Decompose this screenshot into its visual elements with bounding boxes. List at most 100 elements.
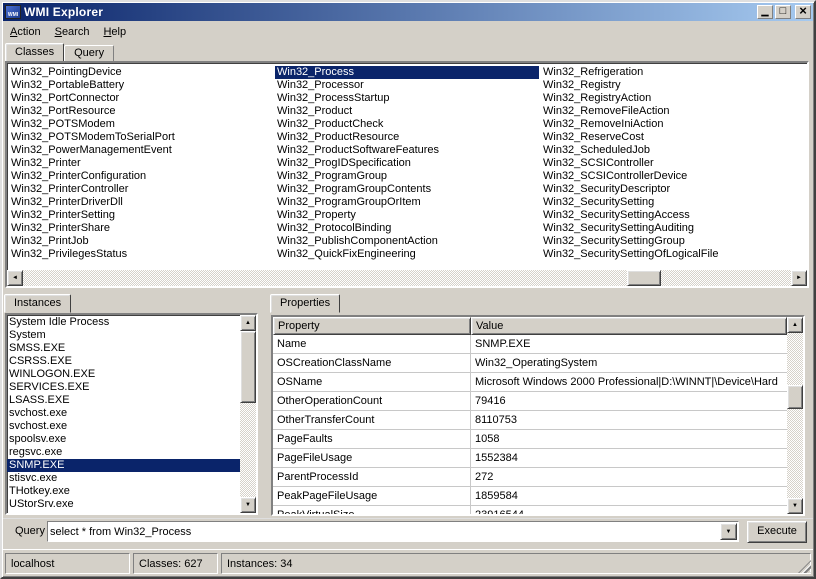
class-item[interactable]: Win32_RegistryAction	[541, 92, 805, 105]
instance-item[interactable]: LSASS.EXE	[7, 394, 240, 407]
scroll-down-button[interactable]: ▼	[787, 498, 803, 514]
column-header-property[interactable]: Property	[273, 317, 471, 335]
scroll-up-button[interactable]: ▲	[240, 315, 256, 331]
class-item[interactable]: Win32_POTSModemToSerialPort	[9, 131, 273, 144]
scroll-up-button[interactable]: ▲	[787, 317, 803, 333]
table-row[interactable]: PeakPageFileUsage1859584	[273, 487, 787, 506]
scroll-left-button[interactable]: ◄	[7, 270, 23, 286]
instance-item[interactable]: System	[7, 329, 240, 342]
class-item[interactable]: Win32_PowerManagementEvent	[9, 144, 273, 157]
class-item[interactable]: Win32_QuickFixEngineering	[275, 248, 539, 261]
scroll-right-button[interactable]: ►	[791, 270, 807, 286]
class-item[interactable]: Win32_PrinterDriverDll	[9, 196, 273, 209]
class-item[interactable]: Win32_PortableBattery	[9, 79, 273, 92]
class-item[interactable]: Win32_PrintJob	[9, 235, 273, 248]
table-row[interactable]: OSNameMicrosoft Windows 2000 Professiona…	[273, 373, 787, 392]
menu-search[interactable]: Search	[48, 24, 97, 40]
table-row[interactable]: PageFaults1058	[273, 430, 787, 449]
menu-help[interactable]: Help	[96, 24, 133, 40]
class-item[interactable]: Win32_PointingDevice	[9, 66, 273, 79]
tab-classes[interactable]: Classes	[5, 43, 64, 62]
instance-item[interactable]: WINLOGON.EXE	[7, 368, 240, 381]
class-item[interactable]: Win32_SCSIControllerDevice	[541, 170, 805, 183]
class-item[interactable]: Win32_Refrigeration	[541, 66, 805, 79]
class-item[interactable]: Win32_RemoveFileAction	[541, 105, 805, 118]
class-item[interactable]: Win32_RemoveIniAction	[541, 118, 805, 131]
class-item[interactable]: Win32_PortResource	[9, 105, 273, 118]
instance-item[interactable]: regsvc.exe	[7, 446, 240, 459]
table-row[interactable]: PageFileUsage1552384	[273, 449, 787, 468]
menu-action[interactable]: Action	[3, 24, 48, 40]
instance-item[interactable]: svchost.exe	[7, 420, 240, 433]
class-item[interactable]: Win32_ProductSoftwareFeatures	[275, 144, 539, 157]
class-item[interactable]: Win32_POTSModem	[9, 118, 273, 131]
property-name-cell: PageFaults	[273, 430, 471, 448]
class-item[interactable]: Win32_Processor	[275, 79, 539, 92]
instance-item[interactable]: UStorSrv.exe	[7, 498, 240, 511]
execute-button[interactable]: Execute	[747, 521, 807, 543]
tab-query[interactable]: Query	[64, 45, 114, 62]
class-item[interactable]: Win32_PrinterConfiguration	[9, 170, 273, 183]
class-item[interactable]: Win32_SecuritySettingAccess	[541, 209, 805, 222]
app-icon[interactable]: WMI	[5, 5, 21, 19]
class-item[interactable]: Win32_ScheduledJob	[541, 144, 805, 157]
maximize-button[interactable]: □	[775, 5, 791, 19]
class-item[interactable]: Win32_ProtocolBinding	[275, 222, 539, 235]
class-item[interactable]: Win32_Registry	[541, 79, 805, 92]
column-header-value[interactable]: Value	[471, 317, 787, 335]
close-button[interactable]: ×	[795, 5, 811, 19]
table-row[interactable]: OSCreationClassNameWin32_OperatingSystem	[273, 354, 787, 373]
query-dropdown-button[interactable]: ▼	[720, 523, 737, 540]
tab-instances[interactable]: Instances	[4, 294, 71, 313]
class-item[interactable]: Win32_ProgIDSpecification	[275, 157, 539, 170]
class-item[interactable]: Win32_ReserveCost	[541, 131, 805, 144]
class-item[interactable]: Win32_PrinterShare	[9, 222, 273, 235]
class-item[interactable]: Win32_SCSIController	[541, 157, 805, 170]
instance-item[interactable]: SMSS.EXE	[7, 342, 240, 355]
class-item[interactable]: Win32_SecuritySetting	[541, 196, 805, 209]
table-row[interactable]: OtherTransferCount8110753	[273, 411, 787, 430]
class-item[interactable]: Win32_SecuritySettingAuditing	[541, 222, 805, 235]
class-item[interactable]: Win32_SecuritySettingOfLogicalFile	[541, 248, 805, 261]
class-item[interactable]: Win32_ProgramGroup	[275, 170, 539, 183]
instance-item[interactable]: CSRSS.EXE	[7, 355, 240, 368]
class-item[interactable]: Win32_PrinterController	[9, 183, 273, 196]
vertical-scroll-thumb[interactable]	[240, 331, 256, 403]
class-item[interactable]: Win32_Printer	[9, 157, 273, 170]
class-item[interactable]: Win32_Property	[275, 209, 539, 222]
instance-item[interactable]: System Idle Process	[7, 316, 240, 329]
table-row[interactable]: ParentProcessId272	[273, 468, 787, 487]
class-item[interactable]: Win32_PortConnector	[9, 92, 273, 105]
tab-properties[interactable]: Properties	[270, 294, 340, 313]
instances-vertical-scrollbar[interactable]: ▲ ▼	[240, 315, 256, 513]
class-item[interactable]: Win32_SecurityDescriptor	[541, 183, 805, 196]
class-item[interactable]: Win32_PrivilegesStatus	[9, 248, 273, 261]
class-item[interactable]: Win32_Product	[275, 105, 539, 118]
vertical-scroll-thumb[interactable]	[787, 385, 803, 409]
class-item[interactable]: Win32_PublishComponentAction	[275, 235, 539, 248]
instance-item[interactable]: stisvc.exe	[7, 472, 240, 485]
class-item[interactable]: Win32_ProductResource	[275, 131, 539, 144]
table-row[interactable]: OtherOperationCount79416	[273, 392, 787, 411]
class-item[interactable]: Win32_ProgramGroupOrItem	[275, 196, 539, 209]
class-item[interactable]: Win32_SecuritySettingGroup	[541, 235, 805, 248]
class-item[interactable]: Win32_ProductCheck	[275, 118, 539, 131]
instance-item[interactable]: svchost.exe	[7, 407, 240, 420]
instance-item[interactable]: SERVICES.EXE	[7, 381, 240, 394]
classes-horizontal-scrollbar[interactable]: ◄ ►	[7, 270, 807, 286]
class-item[interactable]: Win32_ProcessStartup	[275, 92, 539, 105]
scroll-down-icon: ▼	[792, 503, 798, 509]
instance-item[interactable]: SNMP.EXE	[7, 459, 240, 472]
properties-vertical-scrollbar[interactable]: ▲ ▼	[787, 317, 803, 514]
query-input[interactable]	[50, 524, 718, 539]
class-item[interactable]: Win32_ProgramGroupContents	[275, 183, 539, 196]
scroll-down-button[interactable]: ▼	[240, 497, 256, 513]
class-item[interactable]: Win32_Process	[275, 66, 539, 79]
table-row[interactable]: NameSNMP.EXE	[273, 335, 787, 354]
instance-item[interactable]: THotkey.exe	[7, 485, 240, 498]
table-row[interactable]: PeakVirtualSize23916544	[273, 506, 787, 514]
class-item[interactable]: Win32_PrinterSetting	[9, 209, 273, 222]
minimize-button[interactable]: ▁	[757, 5, 773, 19]
horizontal-scroll-thumb[interactable]	[627, 270, 661, 286]
instance-item[interactable]: spoolsv.exe	[7, 433, 240, 446]
